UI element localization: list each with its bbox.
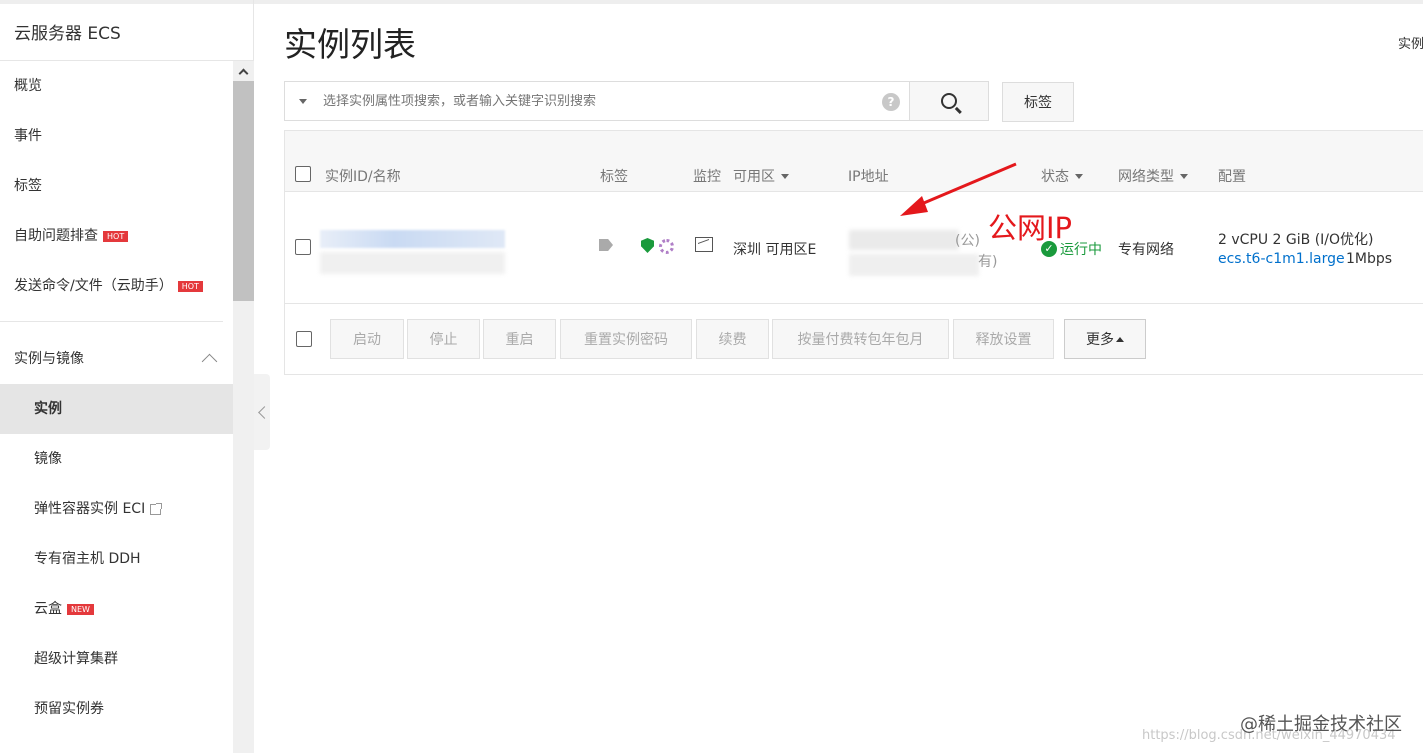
hot-badge: HOT <box>103 230 129 242</box>
row-config-spec: 2 vCPU 2 GiB (I/O优化) <box>1218 232 1374 248</box>
header-tags: 标签 <box>600 169 628 185</box>
sidebar-item-troubleshoot[interactable]: 自助问题排查 HOT <box>0 211 233 261</box>
sidebar-item-events[interactable]: 事件 <box>0 111 233 161</box>
hot-badge: HOT <box>177 280 203 292</box>
header-config: 配置 <box>1218 169 1246 185</box>
instance-name-redacted <box>320 252 505 274</box>
public-ip-redacted <box>849 230 959 250</box>
caret-up-icon <box>1116 336 1124 342</box>
search-icon <box>941 93 957 109</box>
sidebar-group-label: 实例与镜像 <box>14 351 84 367</box>
sidebar-item-label: 预留实例券 <box>34 701 104 717</box>
top-border <box>254 0 1423 4</box>
ip-private-label: 有) <box>978 254 998 270</box>
top-right-link[interactable]: 实例 <box>1398 33 1423 52</box>
reset-password-button[interactable]: 重置实例密码 <box>560 319 692 359</box>
header-ip: IP地址 <box>848 169 889 185</box>
header-network-label: 网络类型 <box>1118 169 1174 185</box>
private-ip-redacted <box>849 254 979 276</box>
tag-filter-button[interactable]: 标签 <box>1002 82 1074 122</box>
header-network[interactable]: 网络类型 <box>1118 166 1188 186</box>
sidebar-item-label: 概览 <box>14 78 42 94</box>
sidebar: 云服务器 ECS 概览 事件 标签 自助问题排查 HOT 发送命令/文件（云助手）… <box>0 0 254 753</box>
sidebar-item-label: 超级计算集群 <box>34 651 118 667</box>
sidebar-item-label: 专有宿主机 DDH <box>34 551 141 567</box>
release-settings-button[interactable]: 释放设置 <box>953 319 1054 359</box>
search-button[interactable] <box>909 81 989 121</box>
select-all-checkbox[interactable] <box>295 166 311 182</box>
sidebar-item-label: 镜像 <box>34 451 62 467</box>
help-icon[interactable]: ? <box>882 93 900 111</box>
new-badge: NEW <box>67 603 94 615</box>
header-monitor: 监控 <box>693 169 721 185</box>
header-zone-label: 可用区 <box>733 169 775 185</box>
chevron-left-icon <box>257 405 271 419</box>
sidebar-item-label: 自助问题排查 <box>14 228 98 244</box>
row-network: 专有网络 <box>1118 242 1174 258</box>
chevron-up-icon <box>201 353 218 369</box>
sidebar-title: 云服务器 ECS <box>0 0 253 61</box>
sidebar-item-eci[interactable]: 弹性容器实例 ECI <box>0 484 233 534</box>
row-checkbox[interactable] <box>295 239 311 255</box>
start-button[interactable]: 启动 <box>330 319 404 359</box>
renew-button[interactable]: 续费 <box>696 319 769 359</box>
search-input[interactable] <box>323 93 863 109</box>
row-zone: 深圳 可用区E <box>733 242 817 258</box>
header-status-label: 状态 <box>1041 169 1069 185</box>
sidebar-item-scc[interactable]: 超级计算集群 <box>0 634 233 684</box>
scroll-up-arrow-icon[interactable] <box>233 61 254 81</box>
sidebar-item-label: 弹性容器实例 ECI <box>34 501 146 517</box>
sidebar-group-instances-images[interactable]: 实例与镜像 <box>0 332 233 384</box>
sidebar-scrollbar[interactable] <box>233 61 254 753</box>
sidebar-nav: 概览 事件 标签 自助问题排查 HOT 发送命令/文件（云助手） HOT 实例与镜像… <box>0 61 233 734</box>
row-bandwidth: 1Mbps <box>1346 251 1393 267</box>
sidebar-item-instances[interactable]: 实例 <box>0 384 233 434</box>
batch-select-checkbox[interactable] <box>296 331 312 347</box>
sidebar-divider <box>0 321 223 322</box>
page-title: 实例列表 <box>284 25 416 64</box>
watermark: @稀土掘金技术社区 <box>1240 714 1402 735</box>
caret-down-icon <box>781 173 789 179</box>
instance-id-redacted[interactable] <box>320 230 505 248</box>
scrollbar-thumb[interactable] <box>233 81 254 301</box>
header-zone[interactable]: 可用区 <box>733 166 789 186</box>
sidebar-item-label: 云盒 <box>34 601 62 617</box>
sidebar-item-label: 实例 <box>34 401 62 417</box>
instance-type-link[interactable]: ecs.t6-c1m1.large <box>1218 251 1345 267</box>
caret-down-icon[interactable] <box>299 98 307 104</box>
sidebar-item-images[interactable]: 镜像 <box>0 434 233 484</box>
sidebar-item-label: 事件 <box>14 128 42 144</box>
annotation-label: 公网IP <box>988 211 1073 245</box>
sidebar-item-ddh[interactable]: 专有宿主机 DDH <box>0 534 233 584</box>
sidebar-item-tags[interactable]: 标签 <box>0 161 233 211</box>
external-link-icon <box>150 502 163 515</box>
stop-button[interactable]: 停止 <box>407 319 480 359</box>
ip-public-label: (公) <box>955 233 980 249</box>
sidebar-item-overview[interactable]: 概览 <box>0 61 233 111</box>
sidebar-item-label: 发送命令/文件（云助手） <box>14 278 173 294</box>
caret-down-icon <box>1180 173 1188 179</box>
header-id-name: 实例ID/名称 <box>325 169 401 185</box>
sidebar-collapse-toggle[interactable] <box>254 374 271 450</box>
more-button-label: 更多 <box>1086 332 1114 348</box>
convert-billing-button[interactable]: 按量付费转包年包月 <box>772 319 949 359</box>
gear-icon[interactable] <box>659 239 674 254</box>
header-status[interactable]: 状态 <box>1041 166 1083 186</box>
more-button[interactable]: 更多 <box>1064 319 1146 359</box>
search-box[interactable]: ? <box>284 81 910 121</box>
restart-button[interactable]: 重启 <box>483 319 556 359</box>
sidebar-item-cloud-box[interactable]: 云盒 NEW <box>0 584 233 634</box>
caret-down-icon <box>1075 173 1083 179</box>
sidebar-item-reserved-instances[interactable]: 预留实例券 <box>0 684 233 734</box>
sidebar-item-cloud-assistant[interactable]: 发送命令/文件（云助手） HOT <box>0 261 233 311</box>
sidebar-item-label: 标签 <box>14 178 42 194</box>
monitor-chart-icon[interactable] <box>695 237 713 252</box>
